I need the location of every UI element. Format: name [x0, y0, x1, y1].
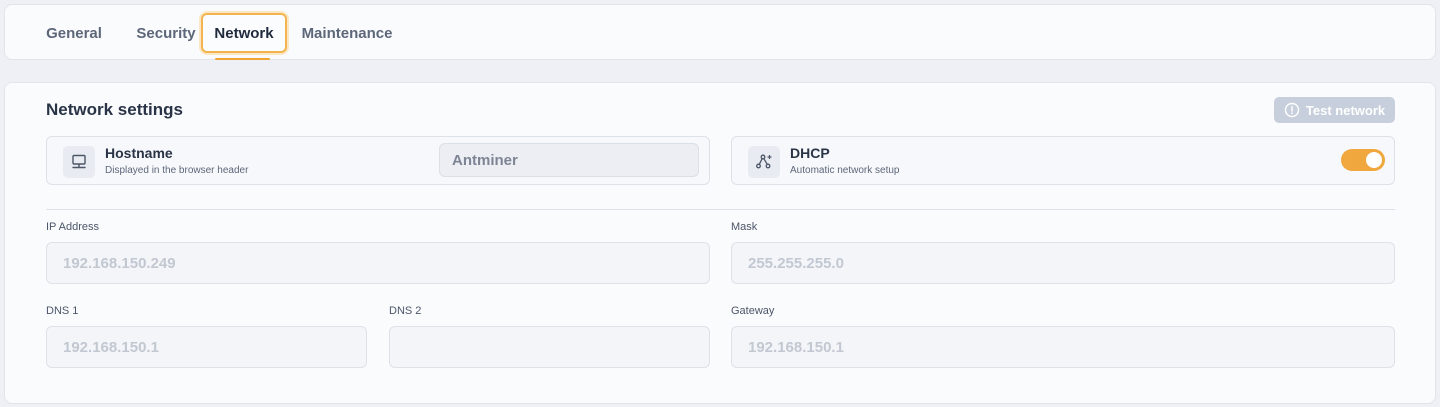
info-icon: [1284, 102, 1300, 118]
dns2-input[interactable]: [389, 326, 710, 368]
dns2-label: DNS 2: [389, 305, 422, 317]
mask-label: Mask: [731, 221, 758, 233]
ip-address-label: IP Address: [46, 221, 99, 233]
gateway-input[interactable]: 192.168.150.1: [731, 326, 1395, 368]
ip-address-input[interactable]: 192.168.150.249: [46, 242, 710, 284]
hostname-input[interactable]: Antminer: [439, 143, 699, 177]
gateway-label: Gateway: [731, 305, 775, 317]
tab-security[interactable]: Security: [121, 13, 211, 53]
network-nodes-icon: [748, 146, 780, 178]
dns1-input[interactable]: 192.168.150.1: [46, 326, 367, 368]
dhcp-description: Automatic network setup: [790, 165, 900, 176]
mask-input[interactable]: 255.255.255.0: [731, 242, 1395, 284]
tab-general[interactable]: General: [33, 13, 115, 53]
hostname-description: Displayed in the browser header: [105, 165, 249, 176]
tab-maintenance[interactable]: Maintenance: [293, 13, 401, 53]
dhcp-label: DHCP: [790, 145, 830, 161]
test-network-label: Test network: [1305, 102, 1386, 118]
test-network-button[interactable]: Test network: [1274, 97, 1395, 123]
active-tab-indicator: [215, 58, 270, 60]
dns1-label: DNS 1: [46, 305, 79, 317]
computer-icon: [63, 146, 95, 178]
toggle-knob: [1366, 152, 1382, 168]
tab-network[interactable]: Network: [201, 13, 287, 53]
tabs-bar: General Security Network Maintenance: [4, 4, 1436, 60]
dhcp-setting: DHCP Automatic network setup: [731, 136, 1395, 185]
hostname-setting: Hostname Displayed in the browser header…: [46, 136, 710, 185]
hostname-label: Hostname: [105, 145, 173, 161]
network-settings-panel: Network settings Test network Hostname D…: [4, 82, 1436, 404]
divider: [46, 209, 1395, 210]
dhcp-toggle[interactable]: [1341, 149, 1385, 171]
section-title: Network settings: [46, 100, 183, 119]
